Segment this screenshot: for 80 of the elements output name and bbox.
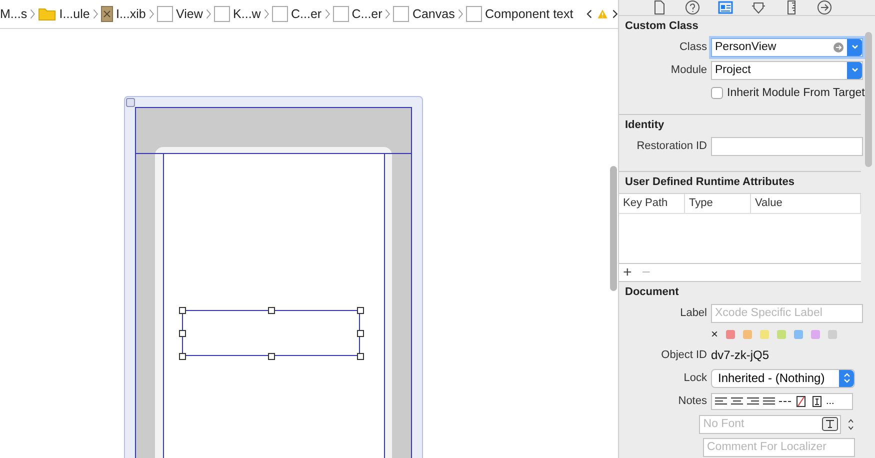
section-title: User Defined Runtime Attributes xyxy=(625,176,796,188)
module-input[interactable]: Project xyxy=(712,64,847,76)
align-icon[interactable] xyxy=(714,396,728,406)
file-icon[interactable] xyxy=(652,0,667,15)
field-label: Class xyxy=(678,41,707,53)
color-swatch[interactable] xyxy=(760,330,770,338)
color-swatch[interactable] xyxy=(777,330,786,338)
font-input[interactable]: No Font xyxy=(700,418,822,430)
checkbox-label: Inherit Module From Target xyxy=(727,87,865,99)
folder-icon xyxy=(38,7,56,21)
align-icon[interactable] xyxy=(730,396,744,406)
resize-handle[interactable] xyxy=(179,307,186,314)
section-title: Custom Class xyxy=(625,20,700,32)
resize-handle[interactable] xyxy=(357,307,364,314)
font-box-icon[interactable] xyxy=(810,396,824,406)
scrollbar[interactable] xyxy=(865,32,872,167)
view-icon xyxy=(272,6,288,22)
field-label: Restoration ID xyxy=(636,140,707,152)
scrollbar[interactable] xyxy=(610,166,617,291)
class-input[interactable]: PersonView xyxy=(712,41,833,53)
arrow-circle-icon[interactable] xyxy=(817,0,832,15)
font-icon[interactable] xyxy=(822,417,838,431)
clear-color-button[interactable]: × xyxy=(711,327,718,341)
no-color-icon[interactable] xyxy=(794,396,808,406)
color-swatch[interactable] xyxy=(811,330,820,338)
column-header[interactable]: Type xyxy=(685,194,751,213)
view-icon xyxy=(214,6,230,22)
object-id: dv7-zk-jQ5 xyxy=(711,348,770,362)
dropdown-icon[interactable] xyxy=(847,38,862,56)
color-swatch[interactable] xyxy=(743,330,752,338)
section-title: Document xyxy=(625,286,680,298)
field-label: Label xyxy=(679,307,707,319)
checkbox[interactable] xyxy=(711,87,723,99)
dropdown-icon[interactable] xyxy=(847,62,862,78)
breadcrumb-item[interactable]: Canvas xyxy=(412,7,455,21)
restoration-id-field[interactable] xyxy=(711,136,863,156)
module-field[interactable]: Project xyxy=(711,60,863,80)
identity-card-icon[interactable] xyxy=(718,0,733,15)
add-button[interactable]: + xyxy=(623,265,632,280)
comment-field[interactable]: Comment For Localizer xyxy=(703,438,855,456)
arrow-circle-icon[interactable] xyxy=(833,42,844,52)
breadcrumb-item[interactable]: View xyxy=(176,7,203,21)
label-field[interactable]: Xcode Specific Label xyxy=(711,304,863,322)
forward-icon[interactable] xyxy=(610,7,618,21)
align-icon[interactable] xyxy=(746,396,760,406)
view-icon xyxy=(157,6,174,22)
breadcrumb-item[interactable]: Component text xyxy=(484,7,574,21)
class-field[interactable]: PersonView xyxy=(711,38,863,56)
column-header[interactable]: Value xyxy=(751,194,861,213)
align-icon[interactable] xyxy=(762,396,776,406)
color-swatch[interactable] xyxy=(828,330,838,338)
breadcrumb-item[interactable]: C...er xyxy=(352,7,382,21)
document-icon xyxy=(100,6,113,22)
more-button[interactable]: ... xyxy=(826,396,834,406)
field-label: Notes xyxy=(677,395,707,407)
breadcrumb-item[interactable]: C...er xyxy=(291,7,322,21)
resize-handle[interactable] xyxy=(268,307,275,314)
view-icon xyxy=(393,6,410,22)
field-label: Lock xyxy=(682,372,707,384)
resize-handle[interactable] xyxy=(268,353,275,360)
breadcrumb-item[interactable]: I...xib xyxy=(116,7,146,21)
breadcrumb-item[interactable]: M...s xyxy=(0,7,28,21)
section-title: Identity xyxy=(625,119,666,131)
view-icon xyxy=(332,6,349,22)
color-swatch[interactable] xyxy=(726,330,736,338)
column-header[interactable]: Key Path xyxy=(619,194,685,213)
resize-handle[interactable] xyxy=(179,353,186,360)
help-icon[interactable] xyxy=(685,0,700,15)
view-icon xyxy=(466,6,482,22)
resize-handle[interactable] xyxy=(357,330,364,337)
resize-handle[interactable] xyxy=(179,330,186,337)
breadcrumb-item[interactable]: K...w xyxy=(233,7,261,21)
back-icon[interactable] xyxy=(586,7,594,21)
lock-popup[interactable]: Inherited - (Nothing) xyxy=(711,368,855,388)
font-field[interactable]: No Font xyxy=(699,414,842,434)
field-label: Module xyxy=(670,64,707,76)
breadcrumb-item[interactable]: I...ule xyxy=(59,7,90,21)
field-label: Object ID xyxy=(660,349,707,361)
color-swatch[interactable] xyxy=(794,330,804,338)
resize-handle[interactable] xyxy=(357,353,364,360)
